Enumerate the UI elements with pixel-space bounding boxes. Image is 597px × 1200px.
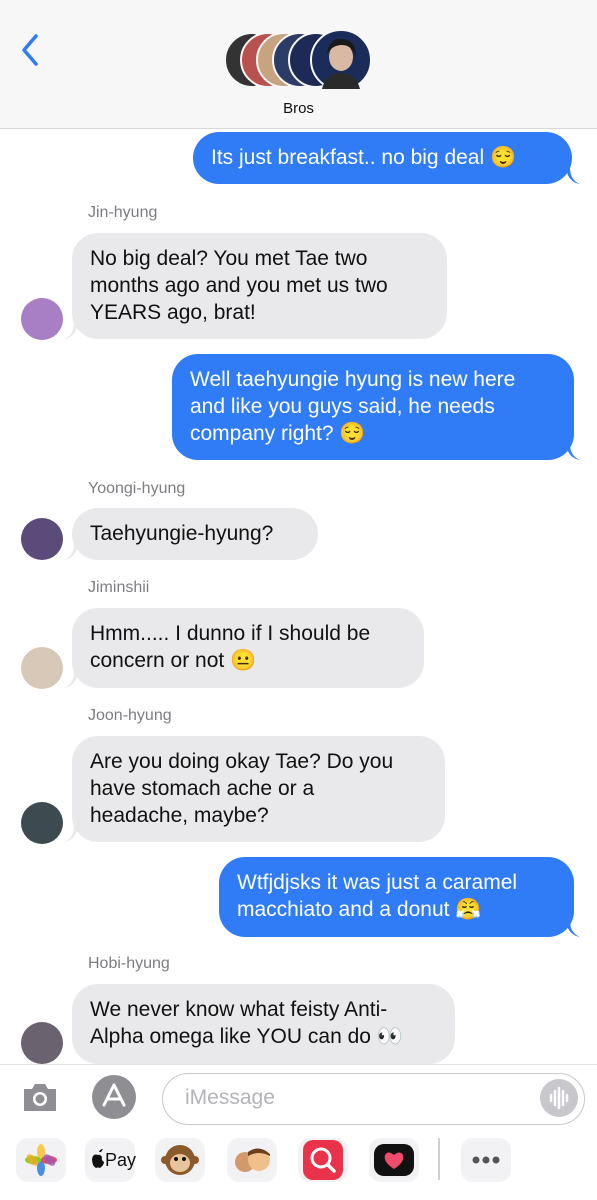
outgoing-message[interactable]: Wtfjdjsks it was just a caramel macchiat… — [219, 857, 574, 937]
incoming-message[interactable]: No big deal? You met Tae two months ago … — [72, 233, 447, 339]
message-input-placeholder: iMessage — [185, 1086, 275, 1109]
sender-name: Joon-hyung — [88, 707, 172, 724]
bubble-tail — [64, 826, 78, 842]
chevron-left-icon[interactable] — [18, 30, 42, 70]
bubble-tail — [64, 672, 78, 688]
outgoing-message[interactable]: Its just breakfast.. no big deal 😌 — [193, 132, 572, 184]
app-store-icon[interactable] — [92, 1075, 136, 1119]
bubble-tail — [566, 444, 580, 460]
waveform-icon[interactable] — [540, 1079, 578, 1117]
bubble-tail — [566, 168, 580, 184]
bubble-tail — [566, 921, 580, 937]
sender-name: Jiminshii — [88, 579, 150, 596]
divider — [0, 1064, 597, 1065]
person-photo-icon — [322, 38, 360, 89]
incoming-message[interactable]: Are you doing okay Tae? Do you have stom… — [72, 736, 445, 842]
apple-pay-label: Pay — [105, 1150, 137, 1170]
avatar[interactable] — [21, 802, 63, 844]
sender-name: Hobi-hyung — [88, 955, 170, 972]
incoming-message[interactable]: Taehyungie-hyung? — [72, 508, 318, 560]
avatar — [310, 29, 372, 91]
bubble-tail — [64, 544, 78, 560]
outgoing-message[interactable]: Well taehyungie hyung is new here and li… — [172, 354, 574, 460]
avatar[interactable] — [21, 1022, 63, 1064]
heart-touch-icon[interactable] — [369, 1138, 419, 1182]
sender-name: Jin-hyung — [88, 204, 158, 221]
avatar[interactable] — [21, 647, 63, 689]
incoming-message[interactable]: Hmm..... I dunno if I should be concern … — [72, 608, 424, 688]
more-icon[interactable] — [461, 1138, 511, 1182]
apple-pay-button[interactable]: Pay — [85, 1138, 137, 1182]
group-avatar-stack[interactable] — [224, 29, 374, 92]
group-name[interactable]: Bros — [0, 100, 597, 117]
camera-icon[interactable] — [21, 1080, 59, 1114]
bubble-tail — [64, 323, 78, 339]
globe-search-icon[interactable] — [298, 1138, 348, 1182]
incoming-message[interactable]: We never know what feisty Anti- Alpha om… — [72, 984, 455, 1064]
memoji-icon[interactable] — [227, 1138, 277, 1182]
photos-icon[interactable] — [16, 1138, 66, 1182]
divider — [438, 1138, 440, 1180]
avatar[interactable] — [21, 518, 63, 560]
apple-icon — [92, 1149, 104, 1168]
sender-name: Yoongi-hyung — [88, 480, 186, 497]
avatar[interactable] — [21, 298, 63, 340]
monkey-icon[interactable] — [155, 1138, 205, 1182]
conversation-header: Bros — [0, 0, 597, 129]
